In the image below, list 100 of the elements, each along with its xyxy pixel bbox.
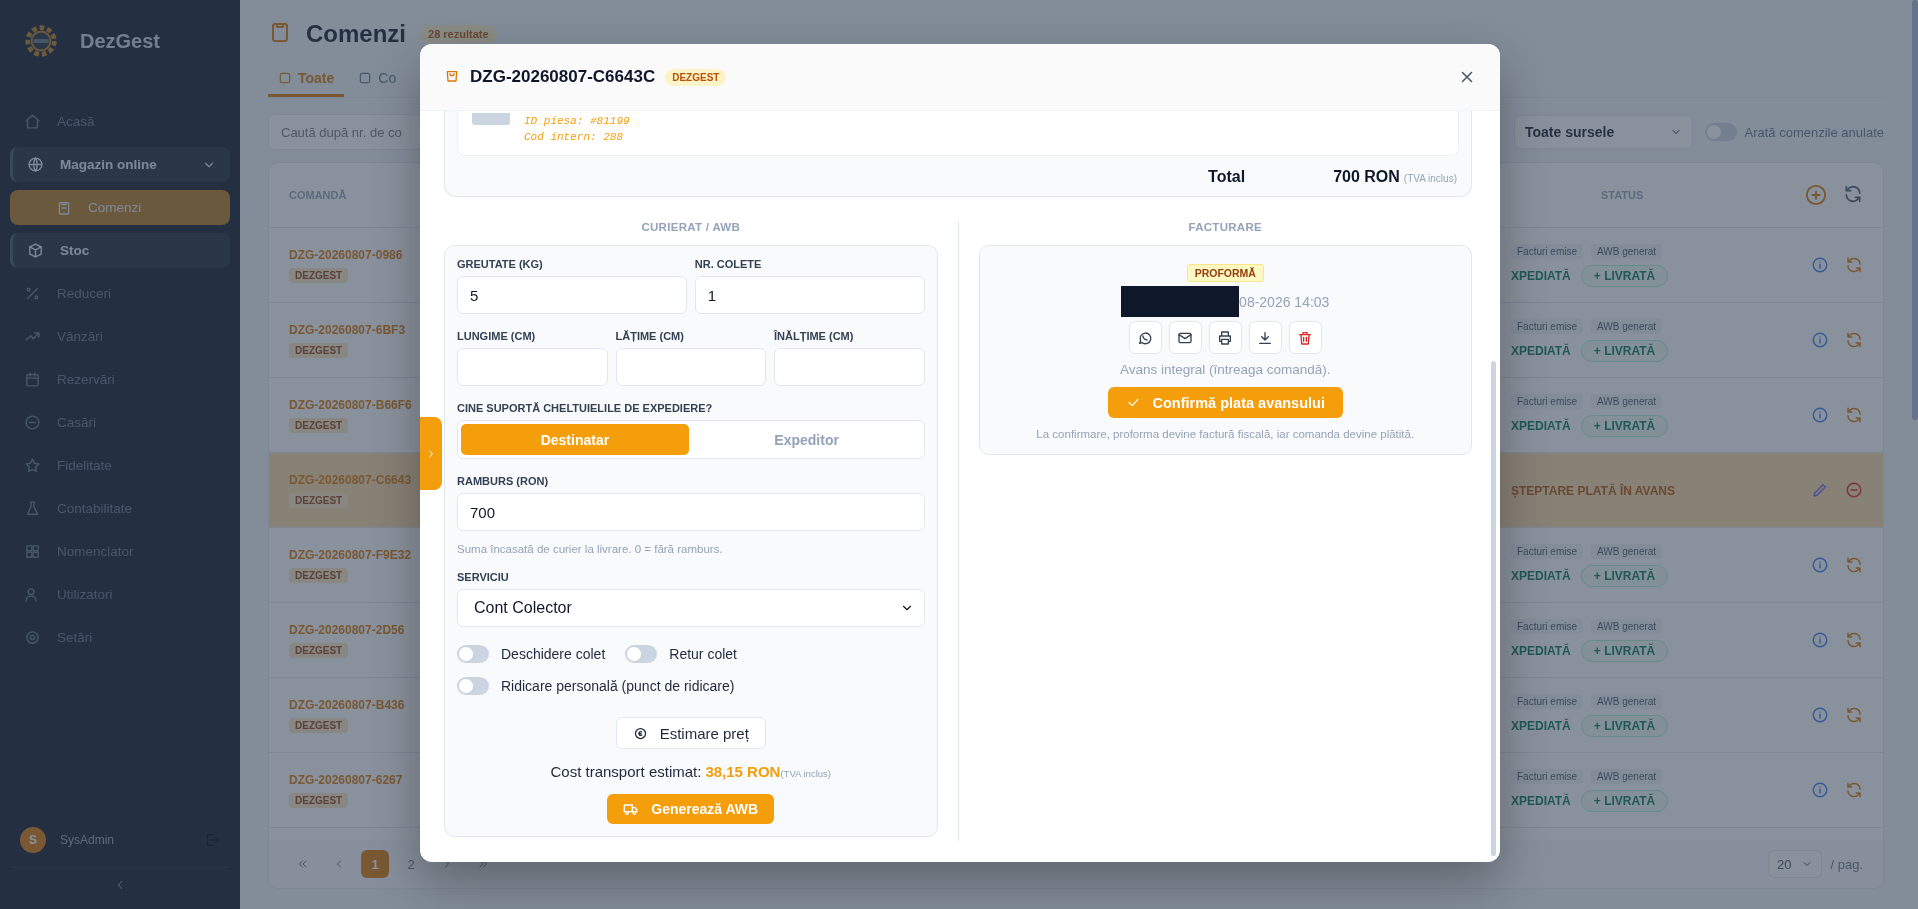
add-button[interactable]	[1805, 184, 1827, 206]
brand-name: DezGest	[80, 29, 161, 53]
section-title: CURIERAT / AWB	[640, 221, 742, 233]
status-chip: AWB generat	[1591, 393, 1663, 409]
page-title: Comenzi	[306, 20, 406, 48]
first-page-icon	[297, 858, 309, 870]
download-button[interactable]	[1248, 321, 1282, 354]
mark-delivered-button[interactable]: + LIVRATĂ	[1580, 414, 1669, 437]
status-label: XPEDIATĂ	[1511, 268, 1571, 283]
service-select[interactable]: Cont Colector	[457, 589, 925, 627]
input-field[interactable]	[615, 348, 766, 386]
info-button[interactable]	[1811, 406, 1829, 424]
tab[interactable]: Toate	[268, 62, 345, 97]
print-button[interactable]	[1208, 321, 1242, 354]
refresh-button[interactable]	[1845, 706, 1863, 724]
download-icon	[1257, 329, 1274, 346]
refresh-icon	[1843, 184, 1863, 204]
refresh-icon	[1845, 556, 1863, 574]
refresh-button[interactable]	[1845, 781, 1863, 799]
estimate-button[interactable]: Estimare preț	[615, 717, 766, 749]
trash-icon	[1297, 329, 1314, 346]
box-icon	[27, 242, 44, 259]
option-toggle[interactable]: Ridicare personală (punct de ridicare)	[457, 677, 735, 695]
source-select[interactable]: Toate sursele	[1514, 115, 1693, 149]
refresh-button[interactable]	[1845, 631, 1863, 649]
refresh-button[interactable]	[1845, 331, 1863, 349]
refresh-button[interactable]	[1845, 556, 1863, 574]
segment-option[interactable]: Expeditor	[692, 424, 921, 455]
mark-delivered-button[interactable]: + LIVRATĂ	[1580, 639, 1669, 662]
refresh-button[interactable]	[1845, 256, 1863, 274]
input-field[interactable]	[457, 348, 608, 386]
page-button[interactable]: 2	[397, 850, 425, 878]
page-size-suffix: / pag.	[1830, 856, 1863, 872]
flask-icon	[24, 500, 41, 517]
cancel-button[interactable]	[1845, 481, 1863, 499]
info-icon	[1811, 406, 1829, 424]
user-avatar: S	[20, 827, 46, 853]
info-button[interactable]	[1811, 256, 1829, 274]
status-chip: Facturi emise	[1511, 543, 1583, 559]
option-toggle[interactable]: Retur colet	[625, 645, 737, 663]
mark-delivered-button[interactable]: + LIVRATĂ	[1580, 264, 1669, 287]
total-amount: 700 RON	[1333, 168, 1400, 186]
info-button[interactable]	[1811, 706, 1829, 724]
sidebar-item[interactable]: Stoc	[10, 233, 230, 268]
input-field[interactable]	[774, 348, 925, 386]
page-button[interactable]: 1	[361, 850, 389, 878]
status-label: XPEDIATĂ	[1511, 418, 1571, 433]
order-number: DZG-20260807-C6643	[289, 472, 412, 487]
input-field[interactable]: 700	[457, 493, 925, 531]
status-label: XPEDIATĂ	[1511, 718, 1571, 733]
refresh-icon	[1845, 631, 1863, 649]
field-label: ÎNĂLȚIME (CM)	[774, 330, 855, 342]
coin-icon	[632, 725, 648, 741]
info-button[interactable]	[1811, 556, 1829, 574]
mark-delivered-button[interactable]: + LIVRATĂ	[1580, 789, 1669, 812]
dialog-title: DZG-20260807-C6643C	[470, 67, 656, 87]
status-chip: Facturi emise	[1511, 693, 1583, 709]
option-toggle[interactable]: Deschidere colet	[457, 645, 606, 663]
confirm-payment-button[interactable]: Confirmă plata avansului	[1107, 387, 1343, 418]
scrollbar[interactable]	[1491, 361, 1496, 856]
refresh-button[interactable]	[1845, 406, 1863, 424]
input-field[interactable]: 1	[694, 276, 925, 314]
mark-delivered-button[interactable]: + LIVRATĂ	[1580, 714, 1669, 737]
order-number: DZG-20260807-0986	[289, 247, 403, 262]
order-number: DZG-20260807-B436	[289, 697, 405, 712]
email-button[interactable]	[1168, 321, 1202, 354]
status-label: XPEDIATĂ	[1511, 643, 1571, 658]
refresh-icon	[1845, 256, 1863, 274]
field-label: LUNGIME (CM)	[457, 330, 537, 342]
tab[interactable]: Co	[348, 62, 407, 97]
mark-delivered-button[interactable]: + LIVRATĂ	[1580, 564, 1669, 587]
status-chip: Facturi emise	[1511, 318, 1583, 334]
segment-option[interactable]: Destinatar	[461, 424, 689, 455]
info-button[interactable]	[1811, 781, 1829, 799]
whatsapp-button[interactable]	[1128, 321, 1162, 354]
side-panel-handle[interactable]	[420, 417, 442, 490]
generate-awb-button[interactable]: Generează AWB	[607, 794, 775, 824]
toggle-switch[interactable]	[457, 677, 489, 695]
vat-note: (TVA inclus)	[780, 768, 831, 779]
page-size-select[interactable]: 20	[1768, 850, 1823, 878]
status-chip: Facturi emise	[1511, 393, 1583, 409]
info-icon	[1811, 781, 1829, 799]
input-field[interactable]: 5	[457, 276, 687, 314]
delete-button[interactable]	[1288, 321, 1322, 354]
toggle-switch[interactable]	[625, 645, 658, 663]
mark-delivered-button[interactable]: + LIVRATĂ	[1580, 339, 1669, 362]
info-button[interactable]	[1811, 331, 1829, 349]
edit-button[interactable]	[1811, 481, 1829, 499]
pencil-icon	[1811, 481, 1829, 499]
source-tag: DEZGEST	[289, 342, 349, 358]
scrollbar[interactable]	[1912, 0, 1918, 420]
info-button[interactable]	[1811, 631, 1829, 649]
sidebar-item[interactable]: Comenzi	[10, 190, 230, 225]
refresh-icon	[1845, 406, 1863, 424]
clipboard-icon	[56, 199, 72, 216]
source-tag: DEZGEST	[289, 567, 349, 583]
sidebar-item[interactable]: Magazin online	[10, 147, 230, 182]
confirmation-note: La confirmare, proforma devine factură fiscală, iar comanda devine plătită.	[1036, 428, 1415, 440]
grid-icon	[24, 543, 41, 560]
toggle-switch[interactable]	[457, 645, 489, 663]
